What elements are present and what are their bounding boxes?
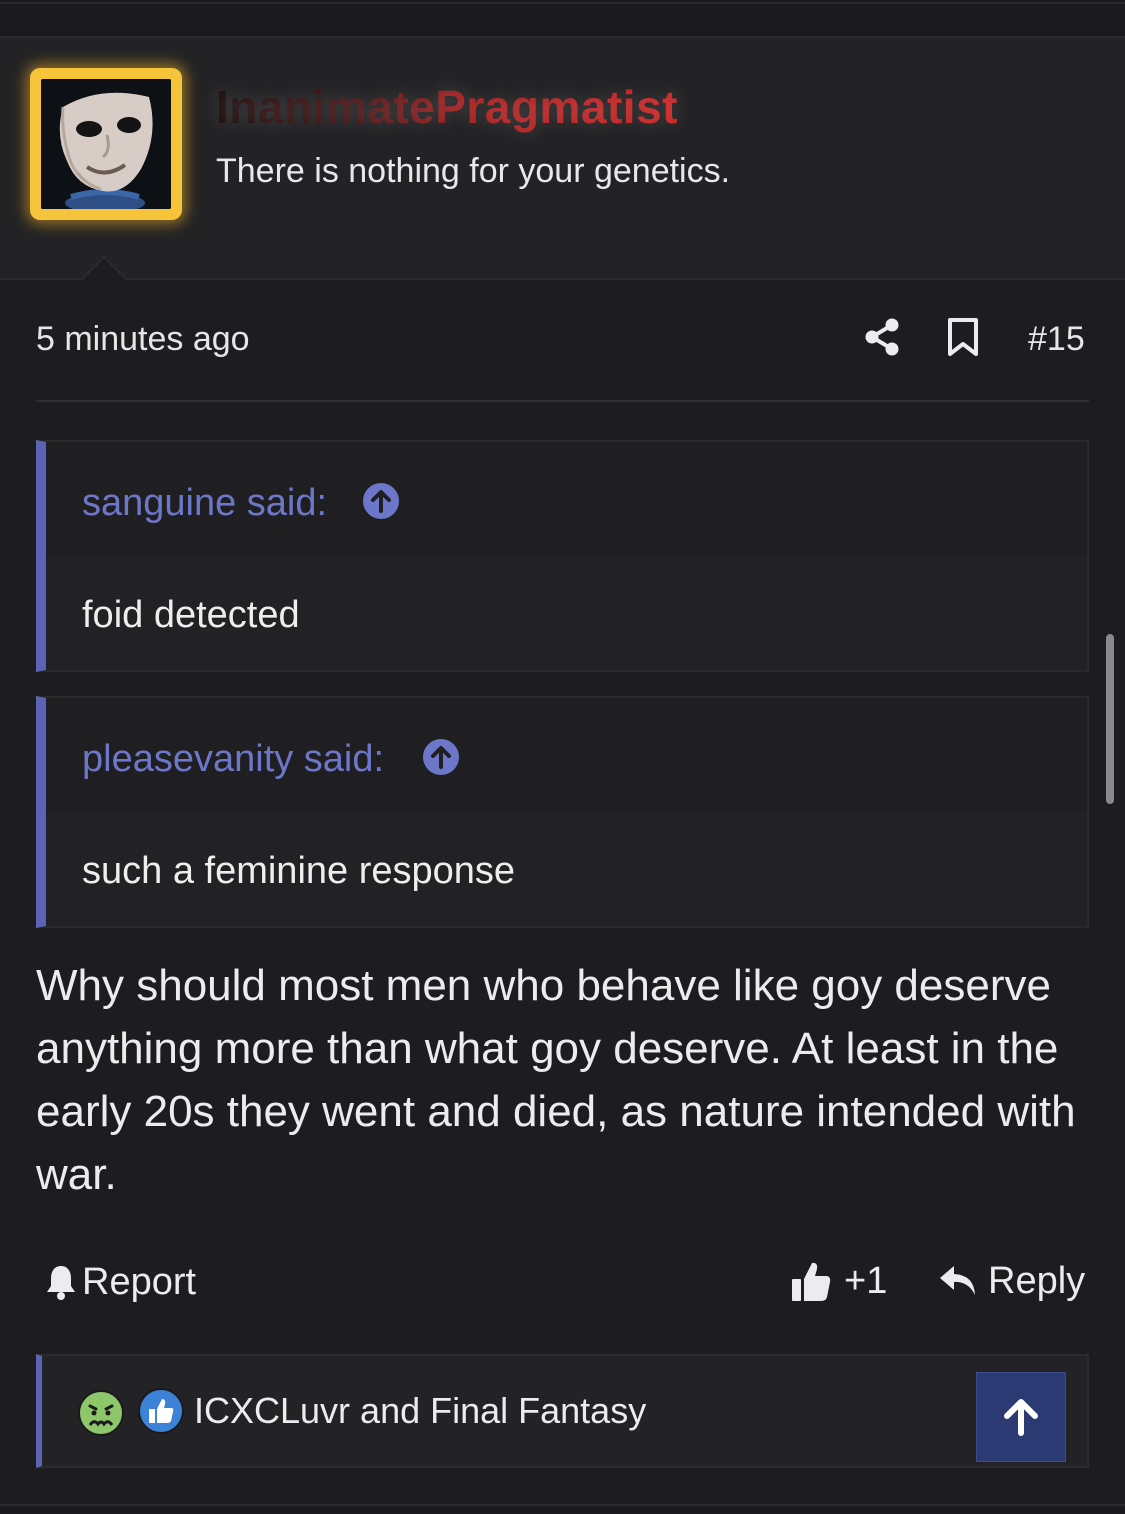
avatar-frame[interactable] [30, 68, 182, 220]
report-button[interactable]: Report [44, 1260, 196, 1304]
quote-header[interactable]: sanguine said: [46, 442, 1087, 556]
share-button[interactable] [862, 316, 904, 358]
arrow-up-icon [1004, 1399, 1038, 1436]
scroll-to-top-button[interactable] [976, 1372, 1066, 1462]
arrow-up-circle-icon [363, 483, 399, 519]
reply-label: Reply [988, 1259, 1086, 1302]
top-divider [0, 2, 1125, 4]
share-icon [865, 318, 899, 356]
quote-author[interactable]: pleasevanity said: [82, 738, 384, 781]
theater-mask-avatar-icon [41, 79, 171, 209]
post-timestamp[interactable]: 5 minutes ago [36, 320, 250, 359]
quote-block: sanguine said: foid detected [36, 440, 1089, 672]
meta-divider [36, 400, 1089, 402]
bookmark-button[interactable] [944, 316, 982, 358]
post-number[interactable]: #15 [1028, 320, 1085, 359]
quote-text: foid detected [82, 594, 300, 636]
quote-jump-button[interactable] [422, 738, 460, 776]
thumbs-up-icon [792, 1262, 831, 1301]
post-body: Why should most men who behave like goy … [36, 961, 1076, 1199]
quote-author[interactable]: sanguine said: [82, 482, 327, 525]
report-label: Report [82, 1260, 197, 1303]
bookmark-icon [948, 318, 978, 356]
user-title: There is nothing for your genetics. [216, 152, 731, 190]
quote-header[interactable]: pleasevanity said: [46, 698, 1087, 812]
avatar[interactable] [41, 79, 171, 209]
reply-icon [940, 1266, 975, 1295]
reaction-users[interactable]: ICXCLuvr and Final Fantasy [194, 1390, 646, 1432]
like-button[interactable]: +1 [790, 1258, 887, 1304]
bottom-divider [0, 1504, 1125, 1514]
username[interactable]: InanimatePragmatist [216, 80, 678, 134]
like-reaction-icon [138, 1388, 184, 1434]
quote-text: such a feminine response [82, 850, 516, 892]
quote-jump-button[interactable] [362, 482, 400, 520]
arrow-up-circle-icon [423, 739, 459, 775]
sick-face-reaction-icon [78, 1390, 124, 1436]
bell-icon [47, 1266, 75, 1300]
scrollbar-thumb[interactable] [1106, 634, 1114, 804]
quote-block: pleasevanity said: such a feminine respo… [36, 696, 1089, 928]
reactions-bar[interactable]: ICXCLuvr and Final Fantasy [36, 1354, 1089, 1468]
reply-button[interactable]: Reply [938, 1258, 1085, 1304]
top-bar [0, 0, 1125, 38]
like-count: +1 [844, 1259, 888, 1302]
